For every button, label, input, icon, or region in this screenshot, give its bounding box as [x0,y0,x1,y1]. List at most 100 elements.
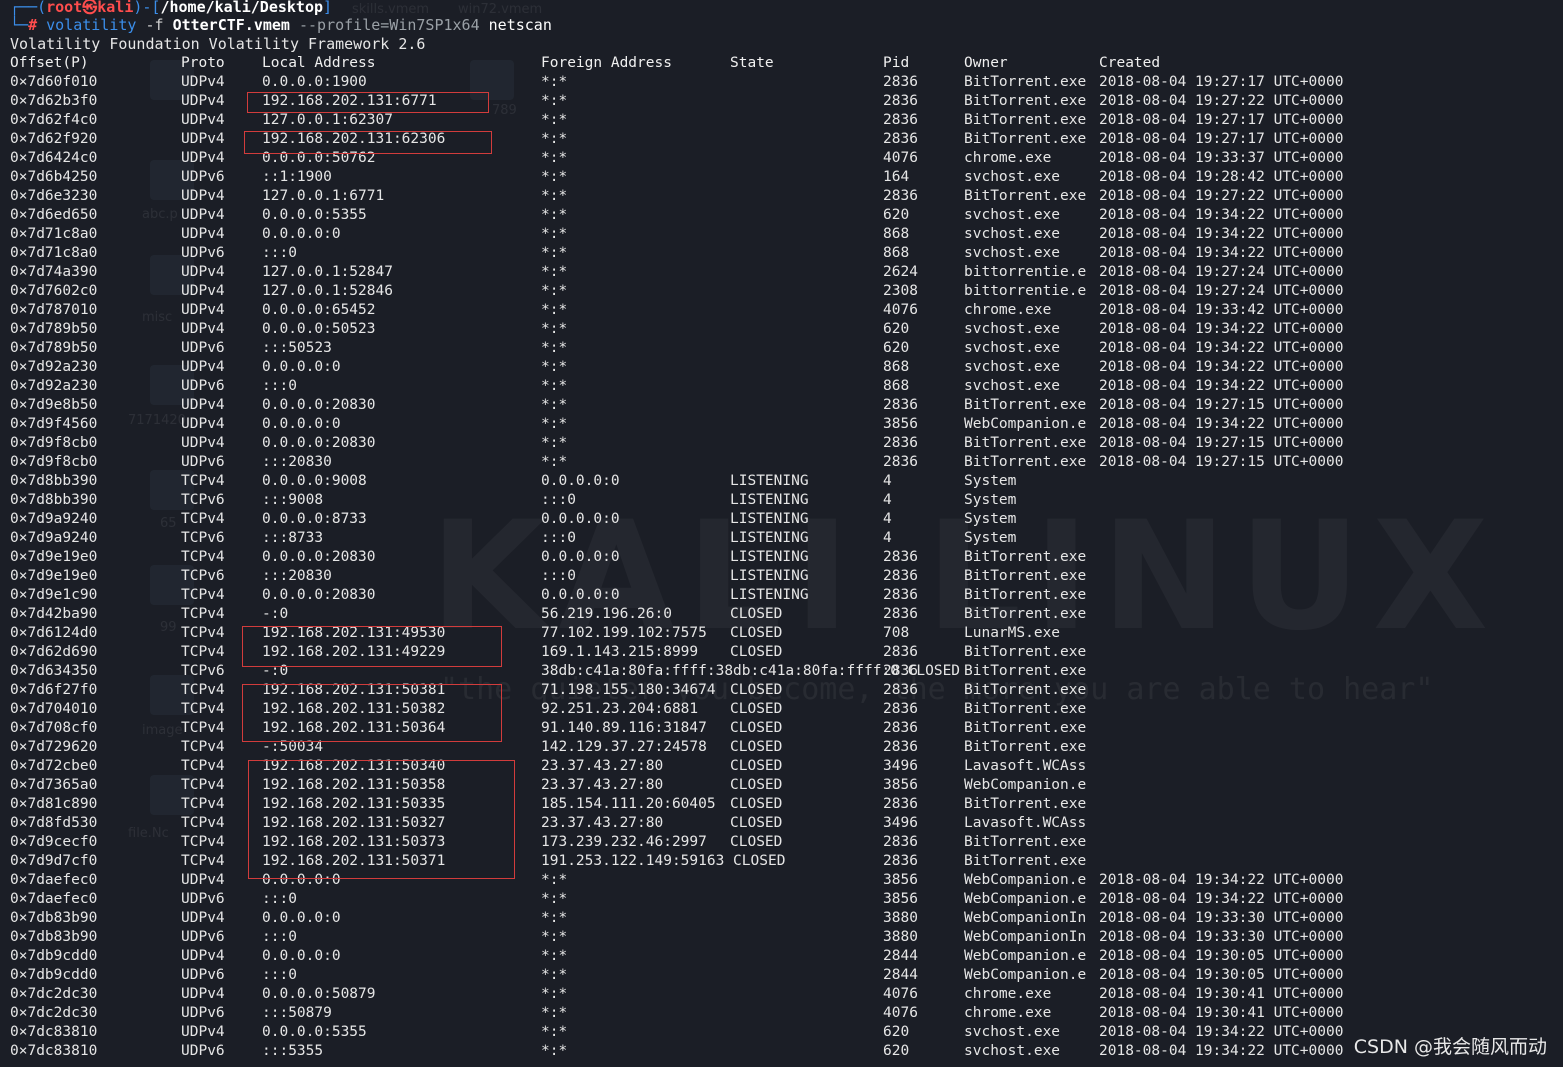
local-address-cell: 0.0.0.0:20830 [262,435,376,451]
created-cell: 2018-08-04 19:34:22 UTC+0000 [1099,378,1344,394]
foreign-address-cell: 169.1.143.215:8999 [541,644,699,660]
proto-cell: UDPv4 [181,872,225,888]
state-cell: CLOSED [730,815,783,831]
table-row: 0×7d72cbe0 TCPv4 192.168.202.131:50340 23.3… [0,757,1563,776]
prompt-directory: /home/kali/Desktop [160,0,324,16]
terminal-window[interactable]: skills.vmem win72.vmem 789 abc.p misc 71… [0,0,1563,1067]
owner-cell: WebCompanion.e [964,891,1087,907]
proto-cell: UDPv4 [181,948,225,964]
created-cell: 2018-08-04 19:34:22 UTC+0000 [1099,416,1344,432]
table-row: 0×7d704010 TCPv4 192.168.202.131:50382 92.2… [0,700,1563,719]
foreign-address-cell: *:* [541,226,568,242]
local-address-cell: :::5355 [262,1043,324,1059]
table-row: 0×7d9cecf0 TCPv4 192.168.202.131:50373 173.… [0,833,1563,852]
pid-cell: 3856 [883,777,918,793]
proto-cell: TCPv6 [181,568,225,584]
table-row: 0×7d9f4560 UDPv4 0.0.0.0:0 *:* 3856 WebCompan… [0,415,1563,434]
table-row: 0×7d74a390 UDPv4 127.0.0.1:52847 *:* 2624 bit… [0,263,1563,282]
proto-cell: TCPv4 [181,834,225,850]
foreign-address-cell: *:* [541,302,568,318]
foreign-address-cell: *:* [541,1024,568,1040]
offset-cell: 0×7d9a9240 [10,530,98,546]
proto-cell: TCPv4 [181,625,225,641]
foreign-address-cell: *:* [541,986,568,1002]
local-address-cell: 0.0.0.0:0 [262,226,341,242]
offset-cell: 0×7d6f27f0 [10,682,98,698]
command-line[interactable]: └─# volatility -f OtterCTF.vmem --profil… [10,16,552,35]
header-local: Local Address [262,55,376,71]
created-cell: 2018-08-04 19:34:22 UTC+0000 [1099,1043,1344,1059]
proto-cell: UDPv4 [181,397,225,413]
created-cell: 2018-08-04 19:27:15 UTC+0000 [1099,435,1344,451]
created-cell: 2018-08-04 19:34:22 UTC+0000 [1099,891,1344,907]
pid-cell: 4 [883,473,892,489]
offset-cell: 0×7d92a230 [10,378,98,394]
owner-cell: chrome.exe [964,986,1052,1002]
offset-cell: 0×7d72cbe0 [10,758,98,774]
offset-cell: 0×7dc2dc30 [10,986,98,1002]
offset-cell: 0×7d9f8cb0 [10,454,98,470]
table-row: 0×7db83b90 UDPv6:::0 *:* 3880 WebCompanionIn… [0,928,1563,947]
owner-cell: bittorrentie.e [964,264,1087,280]
proto-cell: UDPv4 [181,188,225,204]
created-cell: 2018-08-04 19:30:05 UTC+0000 [1099,948,1344,964]
volatility-banner: Volatility Foundation Volatility Framewo… [10,35,426,53]
table-row: 0×7dc83810 UDPv4 0.0.0.0:5355 *:* 620 svchost… [0,1023,1563,1042]
foreign-address-cell: *:* [541,967,568,983]
pid-cell: 4 [883,530,892,546]
offset-cell: 0×7dc83810 [10,1024,98,1040]
table-row: 0×7d634350 TCPv6 -:0 38db:c41a:80fa:ffff:38… [0,662,1563,681]
foreign-address-cell: *:* [541,359,568,375]
local-address-cell: :::20830 [262,568,332,584]
proto-cell: TCPv6 [181,663,225,679]
pid-cell: 4076 [883,1005,918,1021]
pid-cell: 620 [883,340,910,356]
local-address-cell: 0.0.0.0:20830 [262,397,376,413]
pid-cell: 2836 [883,549,918,565]
header-owner: Owner [964,55,1008,71]
local-address-cell: -:0 [262,606,289,622]
state-cell: CLOSED [730,758,783,774]
state-cell: CLOSED [730,739,783,755]
offset-cell: 0×7d9e19e0 [10,568,98,584]
offset-cell: 0×7d7365a0 [10,777,98,793]
created-cell: 2018-08-04 19:30:05 UTC+0000 [1099,967,1344,983]
pid-cell: 4 [883,511,892,527]
owner-cell: BitTorrent.exe [964,834,1087,850]
created-cell: 2018-08-04 19:33:37 UTC+0000 [1099,150,1344,166]
table-row: 0×7d789b50 UDPv6:::50523 *:* 620 svchost.exe… [0,339,1563,358]
proto-cell: TCPv4 [181,682,225,698]
offset-cell: 0×7d6424c0 [10,150,98,166]
offset-cell: 0×7dc83810 [10,1043,98,1059]
pid-cell: 2836 [883,74,918,90]
foreign-address-cell: 0.0.0.0:0 [541,473,620,489]
proto-cell: UDPv4 [181,1024,225,1040]
pid-cell: 2836 [883,587,918,603]
table-row: 0×7d60f010 UDPv4 0.0.0.0:1900 *:* 2836 BitTor… [0,73,1563,92]
created-cell: 2018-08-04 19:34:22 UTC+0000 [1099,1024,1344,1040]
owner-cell: svchost.exe [964,378,1061,394]
table-row: 0×7d7602c0 UDPv4 127.0.0.1:52846 *:* 2308 bit… [0,282,1563,301]
shell-prompt: ┌──(root㉿kali)-[/home/kali/Desktop] [10,0,332,17]
proto-cell: TCPv4 [181,739,225,755]
local-address-cell: :::0 [262,245,297,261]
highlight-box [244,131,492,154]
proto-cell: UDPv6 [181,1043,225,1059]
proto-cell: UDPv6 [181,454,225,470]
offset-cell: 0×7d92a230 [10,359,98,375]
offset-cell: 0×7d8bb390 [10,492,98,508]
owner-cell: svchost.exe [964,340,1061,356]
local-address-cell: 127.0.0.1:52846 [262,283,393,299]
owner-cell: BitTorrent.exe [964,131,1087,147]
pid-cell: 4 [883,492,892,508]
foreign-address-cell: *:* [541,378,568,394]
proto-cell: TCPv6 [181,530,225,546]
pid-cell: 2836 [883,853,918,869]
proto-cell: TCPv4 [181,853,225,869]
owner-cell: BitTorrent.exe [964,112,1087,128]
proto-cell: UDPv6 [181,169,225,185]
table-row: 0×7d71c8a0 UDPv6:::0 *:* 868 svchost.exe 2018… [0,244,1563,263]
local-address-cell: :::0 [262,967,297,983]
foreign-address-cell: *:* [541,131,568,147]
created-cell: 2018-08-04 19:33:42 UTC+0000 [1099,302,1344,318]
